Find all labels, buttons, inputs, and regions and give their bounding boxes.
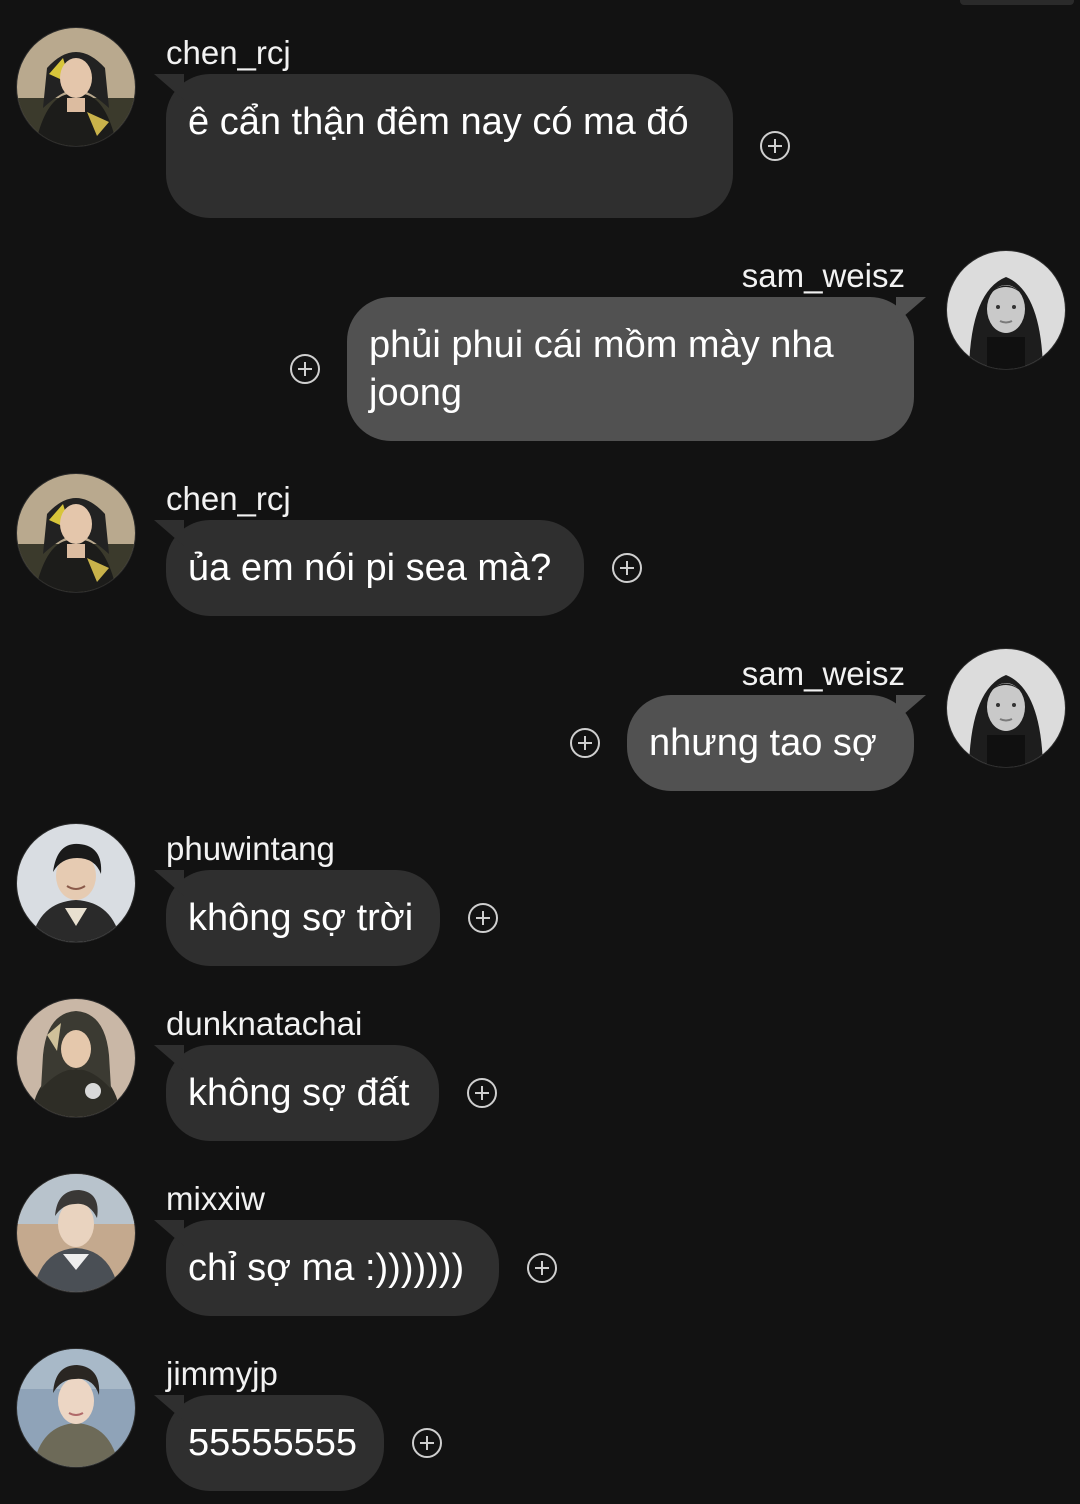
sender-name[interactable]: jimmyjp <box>166 1357 278 1390</box>
message-bubble[interactable]: 55555555 <box>166 1395 384 1491</box>
message-row: jimmyjp 55555555 <box>0 0 1080 1504</box>
message-text: 55555555 <box>188 1422 358 1464</box>
jimmyjp-avatar[interactable] <box>16 1348 136 1468</box>
add-reaction-icon[interactable] <box>412 1428 442 1458</box>
